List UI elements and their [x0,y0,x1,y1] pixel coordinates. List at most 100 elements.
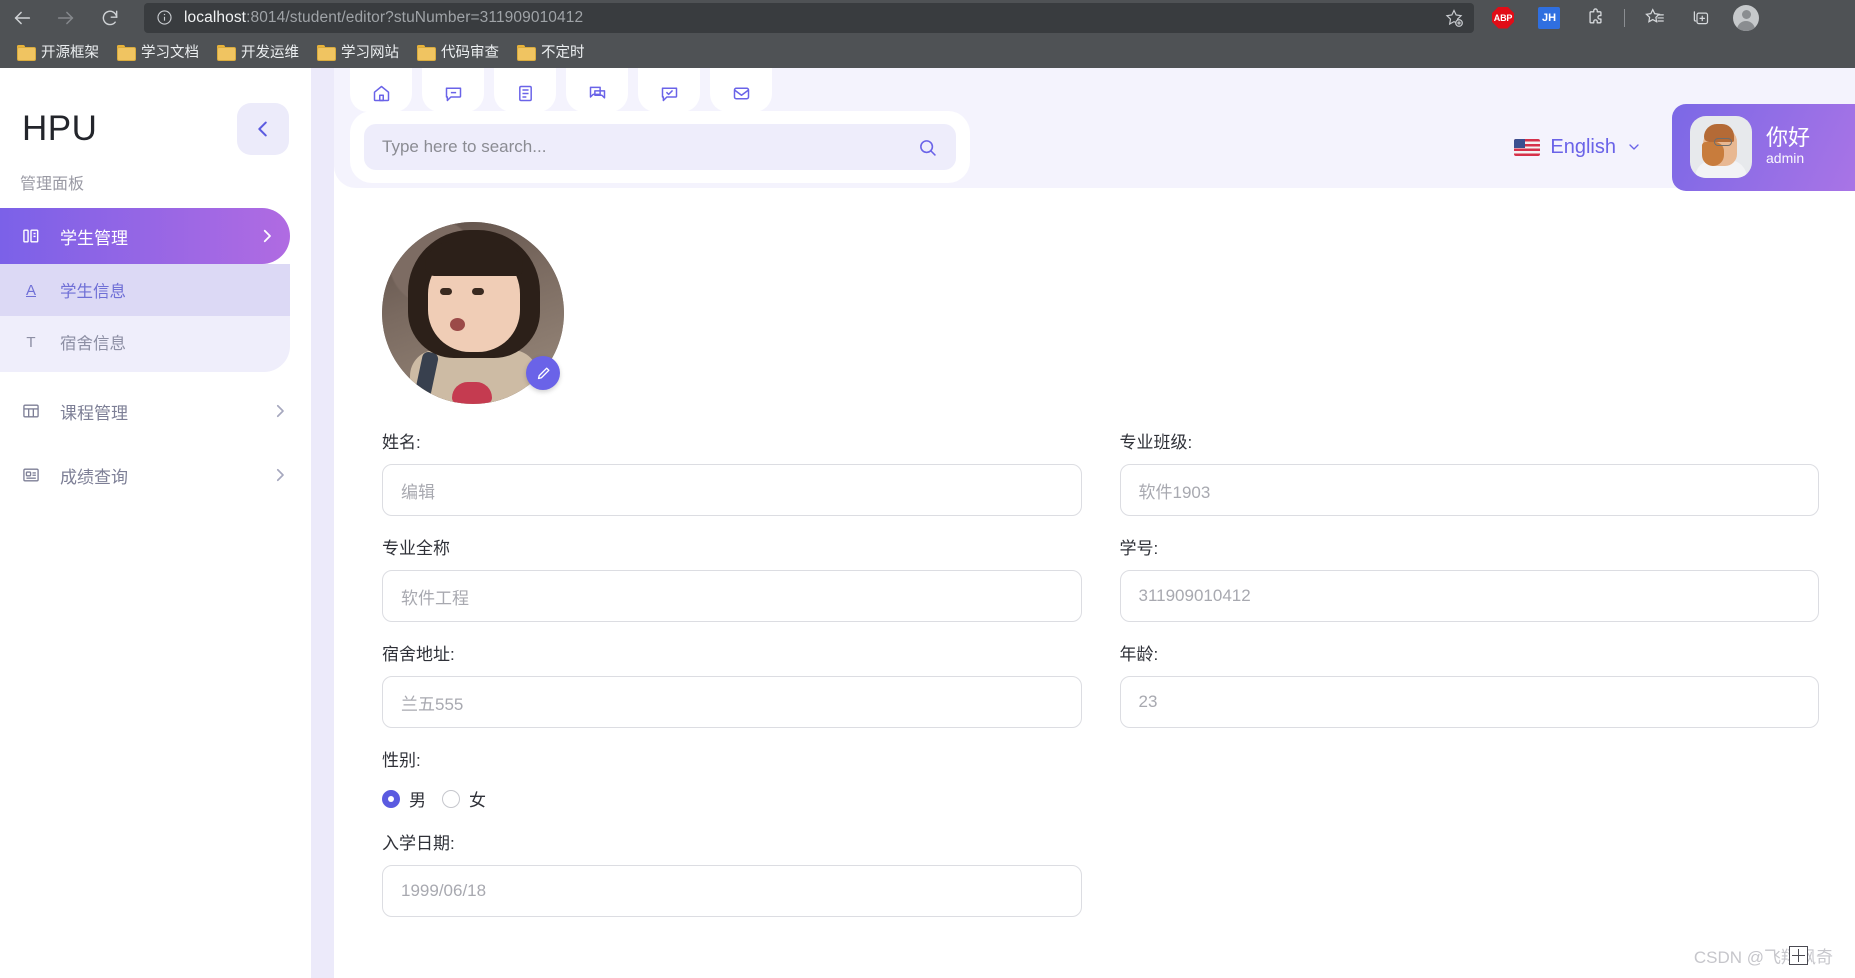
chevron-down-icon [1626,139,1642,155]
site-info-icon[interactable] [154,8,174,28]
dorm-address-value: 兰五555 [401,690,463,715]
class-field[interactable]: 软件1903 [1120,464,1820,516]
bookmark-label: 开源框架 [41,41,99,62]
sidebar-collapse-button[interactable] [237,103,289,155]
quick-tabs [350,68,772,112]
gender-option-male[interactable]: 男 [382,786,426,811]
edit-avatar-button[interactable] [526,356,560,390]
name-field[interactable]: 编辑 [382,464,1082,516]
document-icon [515,83,536,104]
forward-button[interactable] [44,0,88,35]
avatar [1690,116,1752,178]
back-button[interactable] [0,0,44,35]
tab-inbox[interactable] [710,68,772,112]
bookmark-item[interactable]: 代码审查 [408,38,508,65]
sidebar-item-course-management[interactable]: 课程管理 [0,386,311,436]
favorites-icon [1644,7,1665,28]
sidebar-item-student-info[interactable]: A 学生信息 [0,264,290,316]
sidebar-section-title: 管理面板 [0,164,311,208]
adblock-icon: ABP [1492,7,1514,29]
bookmark-item[interactable]: 学习网站 [308,38,408,65]
chevron-right-icon [271,466,289,484]
tab-check-box[interactable] [638,68,700,112]
folder-icon [17,45,34,59]
search-input[interactable]: Type here to search... [364,124,956,170]
sidebar-item-score-query[interactable]: 成绩查询 [0,450,311,500]
tab-minus-box[interactable] [422,68,484,112]
url-path: :8014/student/editor?stuNumber=311909010… [246,9,583,26]
minus-box-icon [443,83,464,104]
extensions-button[interactable] [1572,0,1618,35]
folder-icon [117,45,134,59]
collections-button[interactable] [1677,0,1723,35]
radio-female-icon[interactable] [442,790,460,808]
name-label: 姓名: [382,428,1082,453]
csdn-watermark: CSDN @飞翔 枫奇 [1694,943,1833,968]
sidebar-subitem-label: 学生信息 [60,278,126,302]
name-value: 编辑 [401,478,435,503]
bookmark-item[interactable]: 开发运维 [208,38,308,65]
bookmark-label: 开发运维 [241,41,299,62]
dorm-address-field[interactable]: 兰五555 [382,676,1082,728]
sidebar-subitem-label: 宿舍信息 [60,330,126,354]
letter-a-icon: A [20,282,42,299]
form-grid: 姓名: 编辑 专业班级: 软件1903 专业全称 软件工程 [356,428,1833,935]
folder-icon [417,45,434,59]
browser-chrome: localhost:8014/student/editor?stuNumber=… [0,0,1855,68]
collections-icon [1690,7,1711,28]
sidebar-header: HPU [0,68,311,164]
browser-profile-button[interactable] [1723,0,1769,35]
top-bar-right: English 你 [1514,108,1855,186]
tab-home[interactable] [350,68,412,112]
language-label: English [1550,136,1616,159]
bookmark-label: 代码审查 [441,41,499,62]
tab-document[interactable] [494,68,556,112]
search-icon[interactable] [917,137,938,158]
bookmark-label: 学习网站 [341,41,399,62]
sidebar-item-student-management[interactable]: 学生管理 [0,208,290,264]
user-greeting-block: 你好 admin [1766,126,1810,168]
gender-right-spacer [1120,746,1820,811]
age-field-group: 年龄: 23 [1120,640,1820,728]
bookmark-item[interactable]: 不定时 [508,38,594,65]
pencil-icon [535,365,552,382]
gender-female-label: 女 [469,786,486,811]
home-icon [371,83,392,104]
student-number-label: 学号: [1120,534,1820,559]
reload-button[interactable] [88,0,132,35]
major-value: 软件工程 [401,584,469,609]
enroll-date-field[interactable]: 1999/06/18 [382,865,1082,917]
gender-option-female[interactable]: 女 [442,786,486,811]
language-selector[interactable]: English [1514,136,1642,159]
extensions-puzzle-icon [1585,7,1606,28]
bookmark-item[interactable]: 学习文档 [108,38,208,65]
dorm-address-field-group: 宿舍地址: 兰五555 [382,640,1082,728]
bookmark-item[interactable]: 开源框架 [8,38,108,65]
user-role: admin [1766,150,1804,166]
bookmark-label: 不定时 [541,41,585,62]
sidebar-item-label: 学生管理 [60,224,240,249]
arrow-left-icon [11,7,33,29]
sidebar-item-dorm-info[interactable]: T 宿舍信息 [0,316,290,368]
bookmark-label: 学习文档 [141,41,199,62]
sidebar-submenu-student: A 学生信息 T 宿舍信息 [0,264,290,372]
sidebar-spacer [0,372,311,386]
chart-bars-icon [20,226,42,246]
age-field[interactable]: 23 [1120,676,1820,728]
radio-male-icon[interactable] [382,790,400,808]
tab-chat[interactable] [566,68,628,112]
add-favorite-icon[interactable] [1444,8,1464,28]
student-number-field[interactable]: 311909010412 [1120,570,1820,622]
user-profile-card[interactable]: 你好 admin [1672,104,1855,191]
sidebar-item-label: 成绩查询 [60,463,253,488]
jh-extension-button[interactable]: JH [1526,0,1572,35]
adblock-button[interactable]: ABP [1480,0,1526,35]
search-placeholder: Type here to search... [382,137,917,157]
gender-field-group: 性别: 男 女 [382,746,1082,811]
address-bar[interactable]: localhost:8014/student/editor?stuNumber=… [144,3,1474,33]
favorites-button[interactable] [1631,0,1677,35]
sidebar-content-gap [311,68,334,978]
major-field[interactable]: 软件工程 [382,570,1082,622]
sidebar: HPU 管理面板 学生管理 [0,68,311,978]
student-avatar-block [382,222,564,404]
